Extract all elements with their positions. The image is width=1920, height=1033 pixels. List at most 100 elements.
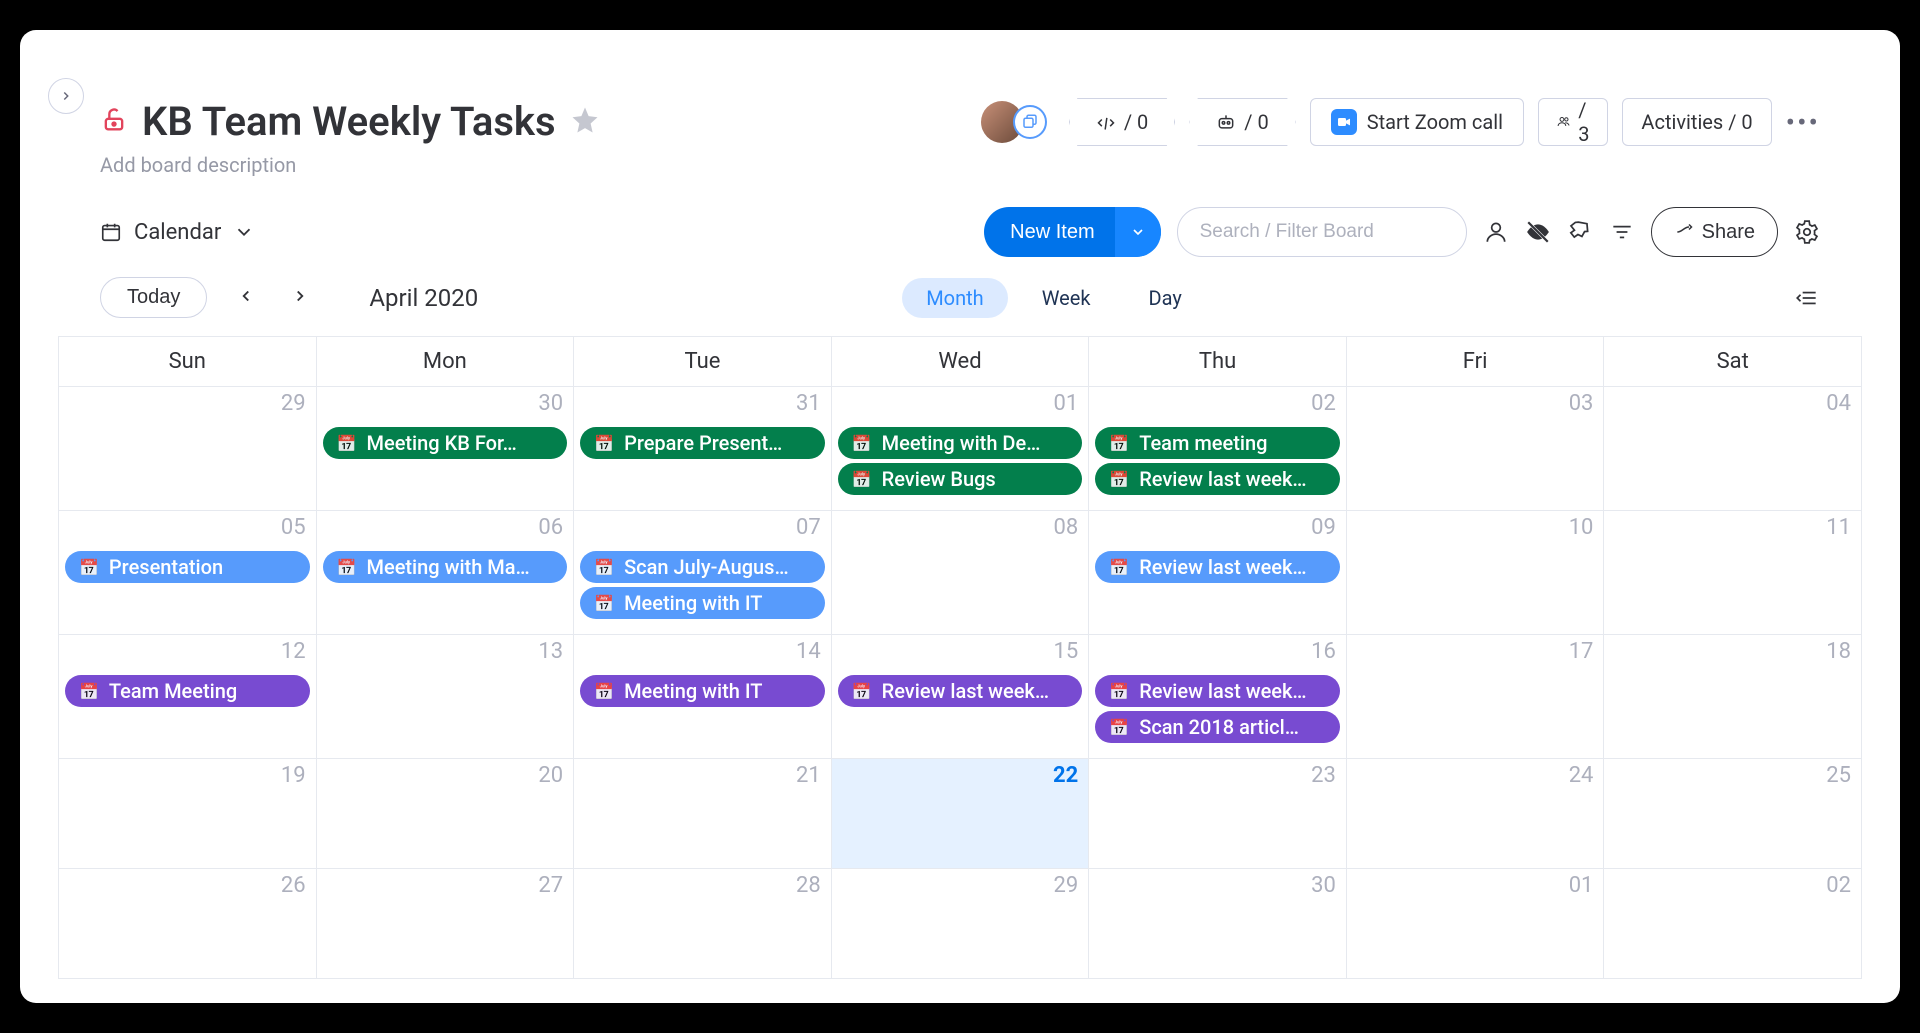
prev-month-button[interactable] — [231, 281, 261, 315]
calendar-cell[interactable]: 08 — [832, 511, 1090, 635]
calendar-cell[interactable]: 14📅Meeting with IT — [574, 635, 832, 759]
more-menu-button[interactable]: ••• — [1786, 106, 1820, 139]
calendar-cell[interactable]: 01 — [1347, 869, 1605, 979]
calendar-cell[interactable]: 06📅Meeting with Ma… — [317, 511, 575, 635]
calendar-cell[interactable]: 02 — [1604, 869, 1862, 979]
board-description[interactable]: Add board description — [100, 153, 981, 177]
calendar-cell[interactable]: 20 — [317, 759, 575, 869]
calendar-cell[interactable]: 16📅Review last week…📅Scan 2018 articl… — [1089, 635, 1347, 759]
calendar-cell[interactable]: 19 — [59, 759, 317, 869]
activities-button[interactable]: Activities / 0 — [1622, 98, 1771, 146]
settings-icon[interactable] — [1794, 219, 1820, 245]
search-input[interactable] — [1177, 207, 1467, 257]
calendar-event[interactable]: 📅Scan July-Augus… — [580, 551, 825, 583]
filter-icon[interactable] — [1609, 219, 1635, 245]
calendar-event[interactable]: 📅Scan 2018 articl… — [1095, 711, 1340, 743]
calendar-cell[interactable]: 15📅Review last week… — [832, 635, 1090, 759]
day-number: 25 — [1826, 763, 1851, 788]
calendar-cell[interactable]: 25 — [1604, 759, 1862, 869]
calendar-cell[interactable]: 23 — [1089, 759, 1347, 869]
event-label: Review last week… — [1139, 555, 1306, 579]
person-filter-button[interactable] — [1483, 219, 1509, 245]
calendar-cell[interactable]: 21 — [574, 759, 832, 869]
calendar-event[interactable]: 📅Meeting with IT — [580, 675, 825, 707]
day-number: 12 — [281, 639, 306, 664]
board-owner[interactable] — [981, 101, 1047, 143]
copy-link-icon[interactable] — [1013, 105, 1047, 139]
calendar-event[interactable]: 📅Review last week… — [1095, 551, 1340, 583]
calendar-cell[interactable]: 27 — [317, 869, 575, 979]
calendar-cell[interactable]: 24 — [1347, 759, 1605, 869]
next-month-button[interactable] — [285, 281, 315, 315]
board-title[interactable]: KB Team Weekly Tasks — [142, 98, 556, 145]
day-number: 30 — [1311, 873, 1336, 898]
day-number: 28 — [796, 873, 821, 898]
calendar-event[interactable]: 📅Review Bugs — [838, 463, 1083, 495]
day-number: 01 — [1569, 873, 1594, 898]
calendar-cell[interactable]: 04 — [1604, 387, 1862, 511]
star-icon[interactable] — [570, 105, 600, 139]
calendar-cell[interactable]: 18 — [1604, 635, 1862, 759]
calendar-event[interactable]: 📅Review last week… — [1095, 675, 1340, 707]
view-tab-week[interactable]: Week — [1018, 278, 1115, 318]
integrations-button[interactable]: / 0 — [1069, 98, 1175, 146]
board-members-button[interactable]: / 3 — [1538, 98, 1608, 146]
calendar-event[interactable]: 📅Team Meeting — [65, 675, 310, 707]
hide-icon[interactable] — [1525, 219, 1551, 245]
view-tab-month[interactable]: Month — [902, 278, 1007, 318]
board-header: KB Team Weekly Tasks Add board descripti… — [20, 30, 1900, 177]
automations-button[interactable]: / 0 — [1189, 98, 1295, 146]
day-number: 21 — [796, 763, 821, 788]
calendar-cell[interactable]: 01📅Meeting with De…📅Review Bugs — [832, 387, 1090, 511]
calendar-cell[interactable]: 11 — [1604, 511, 1862, 635]
view-tab-day[interactable]: Day — [1125, 278, 1206, 318]
calendar-cell[interactable]: 29 — [832, 869, 1090, 979]
calendar-cell[interactable]: 22 — [832, 759, 1090, 869]
calendar-event[interactable]: 📅Presentation — [65, 551, 310, 583]
calendar-cell[interactable]: 07📅Scan July-Augus…📅Meeting with IT — [574, 511, 832, 635]
calendar-cell[interactable]: 26 — [59, 869, 317, 979]
day-number: 30 — [538, 391, 563, 416]
calendar-cell[interactable]: 28 — [574, 869, 832, 979]
calendar-cell[interactable]: 10 — [1347, 511, 1605, 635]
calendar-cell[interactable]: 05📅Presentation — [59, 511, 317, 635]
event-calendar-icon: 📅 — [852, 470, 872, 489]
day-number: 26 — [281, 873, 306, 898]
day-number: 31 — [796, 391, 821, 416]
calendar-event[interactable]: 📅Prepare Present… — [580, 427, 825, 459]
calendar-cell[interactable]: 17 — [1347, 635, 1605, 759]
event-calendar-icon: 📅 — [594, 594, 614, 613]
calendar-cell[interactable]: 03 — [1347, 387, 1605, 511]
calendar-cell[interactable]: 12 📅Team Meeting — [59, 635, 317, 759]
collapse-panel-icon[interactable] — [1794, 285, 1820, 311]
calendar-event[interactable]: 📅Meeting with De… — [838, 427, 1083, 459]
pin-icon[interactable] — [1567, 219, 1593, 245]
calendar-cell[interactable]: 30 — [1089, 869, 1347, 979]
calendar-cell[interactable]: 30 📅Meeting KB For… — [317, 387, 575, 511]
share-button[interactable]: Share — [1651, 207, 1778, 257]
calendar-cell[interactable]: 29 — [59, 387, 317, 511]
event-calendar-icon: 📅 — [594, 434, 614, 453]
new-item-dropdown[interactable] — [1115, 207, 1161, 257]
day-header: Sun — [59, 337, 317, 387]
calendar-cell[interactable]: 02📅Team meeting📅Review last week… — [1089, 387, 1347, 511]
calendar-event[interactable]: 📅Meeting KB For… — [323, 427, 568, 459]
day-header: Sat — [1604, 337, 1862, 387]
calendar-cell[interactable]: 13 — [317, 635, 575, 759]
automations-count: / 0 — [1244, 110, 1268, 134]
calendar-event[interactable]: 📅Meeting with Ma… — [323, 551, 568, 583]
day-number: 24 — [1569, 763, 1594, 788]
calendar-cell[interactable]: 09📅Review last week… — [1089, 511, 1347, 635]
today-button[interactable]: Today — [100, 277, 207, 318]
new-item-button[interactable]: New Item — [984, 207, 1160, 257]
start-zoom-button[interactable]: Start Zoom call — [1310, 98, 1524, 146]
day-number: 03 — [1569, 391, 1594, 416]
calendar-cell[interactable]: 31 📅Prepare Present… — [574, 387, 832, 511]
calendar-event[interactable]: 📅Team meeting — [1095, 427, 1340, 459]
calendar-event[interactable]: 📅Meeting with IT — [580, 587, 825, 619]
calendar-event[interactable]: 📅Review last week… — [838, 675, 1083, 707]
expand-sidebar-button[interactable] — [48, 78, 84, 114]
view-selector[interactable]: Calendar — [100, 220, 255, 245]
day-header: Wed — [832, 337, 1090, 387]
calendar-event[interactable]: 📅Review last week… — [1095, 463, 1340, 495]
